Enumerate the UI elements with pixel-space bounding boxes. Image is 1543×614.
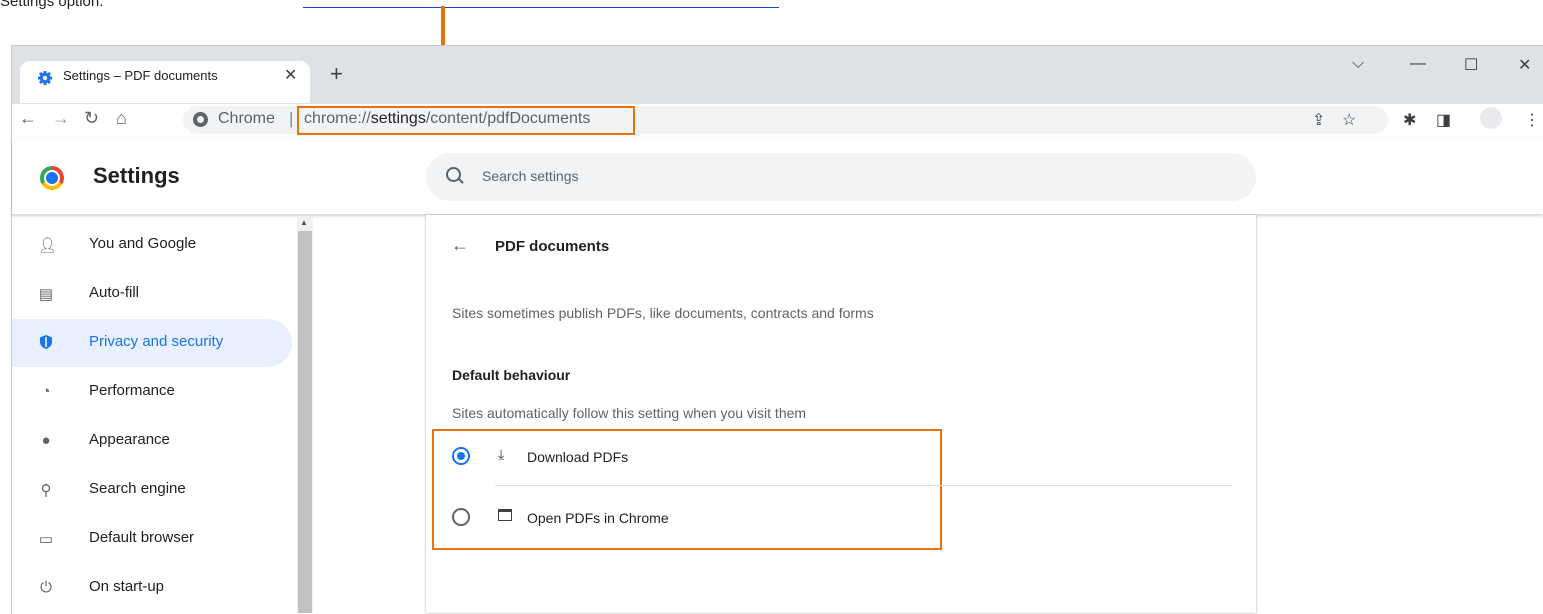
sidebar-item-label: Search engine [89,480,186,497]
search-icon [446,167,461,182]
back-arrow-icon[interactable]: ← [451,235,469,256]
person-icon: 👤︎ [38,237,58,254]
sidebar-item-label: Performance [89,382,175,399]
download-icon: ⤓ [498,446,505,462]
chevron-down-icon[interactable]: ⌵ [1352,55,1364,73]
options-highlight-box [432,429,942,550]
window-close-icon[interactable]: ✕ [1518,55,1531,75]
home-icon[interactable]: ⌂ [116,108,127,129]
section-title: Default behaviour [452,367,571,383]
option-label[interactable]: Open PDFs in Chrome [527,510,669,526]
browser-icon: ▭ [38,531,54,548]
open-in-browser-icon [498,509,512,521]
minimize-icon[interactable]: — [1410,55,1426,73]
sidebar-item-label: Appearance [89,431,170,448]
sidebar-item-label: Auto-fill [89,284,140,301]
side-panel-icon[interactable]: ◨ [1436,110,1451,130]
sidebar-item-label: On start-up [89,578,165,595]
speedometer-icon: ◔ [41,383,51,400]
url-separator: | [289,109,294,128]
search-input[interactable] [482,168,882,184]
chrome-logo-icon [40,166,64,190]
share-icon[interactable]: ⇪ [1312,110,1325,130]
profile-avatar[interactable] [1480,107,1502,129]
search-icon: ⚲ [40,482,52,499]
instruction-link[interactable] [303,0,779,8]
back-arrow-icon[interactable]: ← [19,108,37,129]
url-highlight-box [297,106,635,135]
scroll-up-arrow-icon[interactable]: ▲ [300,218,308,227]
chrome-icon [193,112,208,127]
instruction-prefix: Settings option: [0,0,104,10]
card-title: PDF documents [495,238,610,255]
new-tab-button[interactable]: + [330,61,343,87]
sidebar-item-label: You and Google [89,235,197,252]
clipboard-icon: ▤ [38,286,54,303]
star-icon[interactable]: ☆ [1342,110,1356,130]
reload-icon[interactable]: ↻ [84,108,99,129]
tab-title: Settings – PDF documents [63,68,218,83]
sidebar-item-autofill[interactable] [12,270,292,318]
shield-icon [40,335,52,349]
scrollbar-thumb[interactable] [298,231,312,613]
chrome-label: Chrome [218,110,275,127]
instruction-text: Settings option: [0,0,103,10]
forward-arrow-icon[interactable]: → [52,108,70,129]
gear-icon [38,71,52,85]
section-description: Sites automatically follow this setting … [452,405,807,421]
option-divider [495,485,1231,486]
radio-open-pdfs[interactable] [452,508,470,526]
more-menu-icon[interactable]: ⋮ [1524,110,1540,130]
extensions-icon[interactable]: ✱ [1403,110,1416,130]
radio-download-pdfs[interactable] [452,447,470,465]
sidebar-item-label: Privacy and security [89,333,224,350]
page-title: Settings [93,163,180,188]
maximize-icon[interactable]: ☐ [1464,55,1478,75]
close-icon[interactable]: ✕ [284,65,297,85]
sidebar-item-label: Default browser [89,529,195,546]
card-description: Sites sometimes publish PDFs, like docum… [452,305,874,321]
power-icon: ⏻ [40,579,52,596]
option-label[interactable]: Download PDFs [527,449,628,465]
palette-icon: ● [41,432,51,449]
